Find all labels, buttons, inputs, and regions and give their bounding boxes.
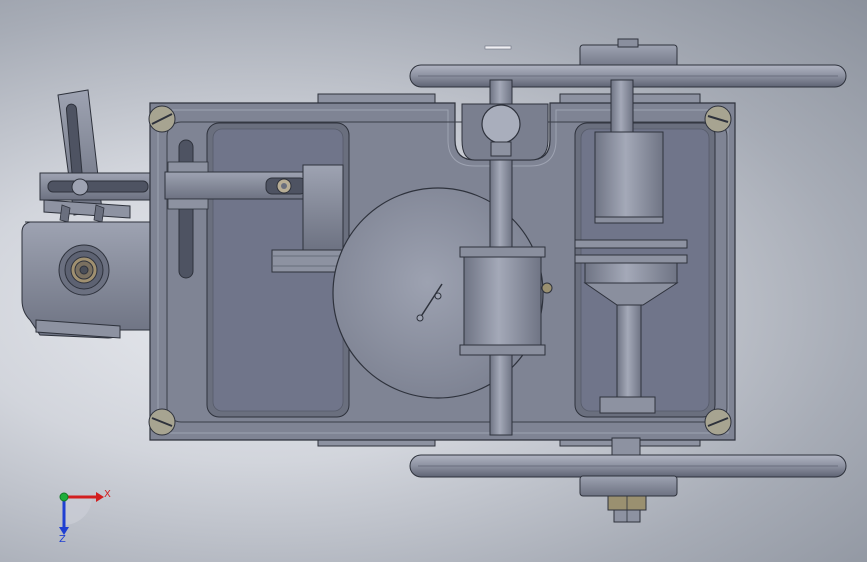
bottom-pulley[interactable] [409, 437, 847, 523]
bearing[interactable] [58, 244, 110, 296]
z-axis-label: Z [59, 534, 66, 545]
shaft-bearing[interactable] [461, 103, 549, 161]
cad-viewport[interactable]: X Z [0, 0, 867, 562]
screw-bottom-left [148, 408, 176, 436]
slotted-link[interactable] [39, 172, 156, 201]
shaft-sleeve[interactable] [459, 246, 546, 356]
screw-bottom-right [704, 408, 732, 436]
x-axis-label: X [104, 489, 111, 500]
y-axis-dot [59, 492, 69, 502]
small-key [484, 45, 512, 50]
axis-triad: X Z [59, 489, 111, 545]
screw-top-left [148, 105, 176, 133]
slotted-lever[interactable] [43, 89, 131, 223]
screw-top-right [704, 105, 732, 133]
x-axis-arrow [96, 492, 104, 502]
